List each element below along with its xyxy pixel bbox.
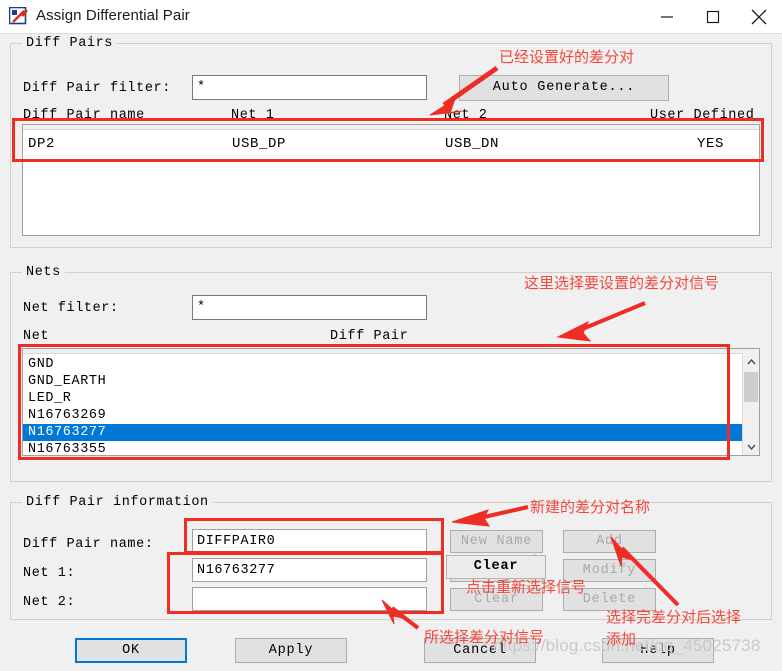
- diff-pairs-col-net2: Net 2: [444, 108, 488, 123]
- nets-list-items: GND GND_EARTH LED_R N16763269 N16763277 …: [23, 354, 742, 455]
- list-item[interactable]: LED_R: [23, 390, 742, 407]
- pcb-editor-icon: [8, 6, 28, 26]
- cell-diff-pair-name: DP2: [28, 136, 56, 152]
- nets-listbox[interactable]: GND GND_EARTH LED_R N16763269 N16763277 …: [22, 348, 760, 456]
- diff-pair-name-label: Diff Pair name:: [23, 537, 154, 552]
- add-button[interactable]: Add: [563, 530, 656, 553]
- net1-input[interactable]: [192, 558, 427, 582]
- assign-differential-pair-dialog: Assign Differential Pair Diff Pairs Diff…: [0, 0, 782, 671]
- nets-group-label: Nets: [22, 265, 65, 280]
- cell-net2: USB_DN: [445, 136, 500, 152]
- net2-label: Net 2:: [23, 595, 76, 610]
- diff-pair-name-input[interactable]: [192, 529, 427, 553]
- delete-button[interactable]: Delete: [563, 588, 656, 611]
- nets-col-diffpair: Diff Pair: [330, 329, 409, 344]
- minimize-button[interactable]: [644, 0, 690, 33]
- diff-pairs-header-strip: [23, 125, 759, 130]
- ok-button[interactable]: OK: [75, 638, 187, 663]
- modify-button[interactable]: Modify: [563, 559, 656, 582]
- list-item[interactable]: N16763355: [23, 441, 742, 455]
- cell-net1: USB_DP: [232, 136, 287, 152]
- chevron-up-icon[interactable]: [743, 353, 759, 370]
- auto-generate-button[interactable]: Auto Generate...: [459, 75, 669, 101]
- window-title: Assign Differential Pair: [36, 7, 190, 24]
- net-filter-input[interactable]: [192, 295, 427, 320]
- diff-pair-filter-input[interactable]: [192, 75, 427, 100]
- list-item[interactable]: GND: [23, 356, 742, 373]
- nets-col-net: Net: [23, 329, 50, 344]
- net1-label: Net 1:: [23, 566, 76, 581]
- diff-pair-filter-label: Diff Pair filter:: [23, 81, 171, 96]
- clear-callout-button[interactable]: Clear: [446, 555, 546, 579]
- table-row[interactable]: DP2 USB_DP USB_DN YES: [23, 133, 759, 155]
- close-button[interactable]: [736, 0, 782, 33]
- chevron-down-icon[interactable]: [743, 438, 759, 455]
- new-name-button[interactable]: New Name: [450, 530, 543, 553]
- list-item-selected[interactable]: N16763277: [23, 424, 742, 441]
- apply-button[interactable]: Apply: [235, 638, 347, 663]
- list-item[interactable]: N16763269: [23, 407, 742, 424]
- diff-pairs-col-name: Diff Pair name: [23, 108, 145, 123]
- net2-input[interactable]: [192, 587, 427, 611]
- diff-pairs-col-userdefined: User Defined: [650, 108, 755, 123]
- diff-pair-information-label: Diff Pair information: [22, 495, 213, 510]
- title-bar: Assign Differential Pair: [0, 0, 782, 34]
- scrollbar-thumb[interactable]: [744, 372, 758, 402]
- diff-pairs-listbox[interactable]: DP2 USB_DP USB_DN YES: [22, 124, 760, 236]
- nets-vertical-scrollbar[interactable]: [742, 353, 759, 455]
- cancel-button[interactable]: Cancel: [424, 638, 536, 663]
- help-button[interactable]: Help: [602, 638, 714, 663]
- net-filter-label: Net filter:: [23, 301, 119, 316]
- maximize-button[interactable]: [690, 0, 736, 33]
- diff-pairs-group-label: Diff Pairs: [22, 36, 118, 51]
- list-item[interactable]: GND_EARTH: [23, 373, 742, 390]
- clear-button-secondary[interactable]: Clear: [450, 588, 543, 611]
- diff-pairs-col-net1: Net 1: [231, 108, 275, 123]
- cell-user-defined: YES: [697, 136, 725, 152]
